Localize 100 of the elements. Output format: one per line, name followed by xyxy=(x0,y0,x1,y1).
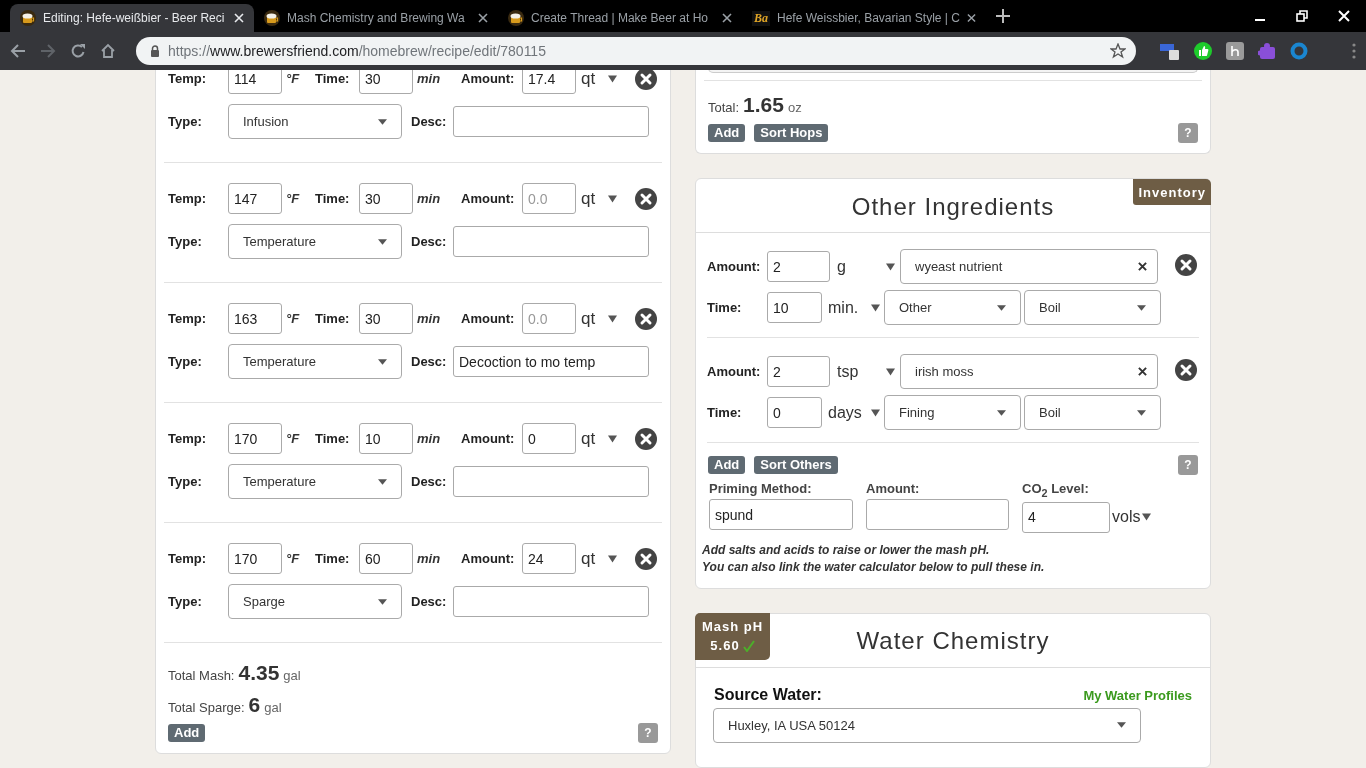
unit-select[interactable]: qt xyxy=(581,548,617,569)
unit-select[interactable]: days xyxy=(828,403,880,422)
co2-field[interactable]: 4 xyxy=(1022,501,1110,533)
remove-icon[interactable] xyxy=(635,187,657,210)
close-icon[interactable] xyxy=(722,13,732,23)
unit-select[interactable]: g xyxy=(837,257,895,276)
unit-select[interactable]: vols xyxy=(1112,508,1152,527)
new-tab-icon[interactable] xyxy=(996,9,1010,23)
clear-icon[interactable] xyxy=(1138,262,1147,271)
extension-icon[interactable] xyxy=(1160,41,1180,61)
time-field[interactable]: 30 xyxy=(359,303,413,334)
use-select[interactable]: Other xyxy=(884,290,1021,325)
close-icon[interactable] xyxy=(967,13,976,23)
temp-field[interactable]: 170 xyxy=(228,543,282,574)
beer-mug-icon xyxy=(20,10,36,26)
action-button[interactable]: Add xyxy=(708,456,746,474)
remove-icon[interactable] xyxy=(635,70,657,90)
source-water-select[interactable]: Huxley, IA USA 50124 xyxy=(713,707,1141,743)
reload-icon[interactable] xyxy=(70,43,86,59)
remove-icon[interactable] xyxy=(635,307,657,330)
time-field[interactable]: 30 xyxy=(359,70,413,94)
browser-tab[interactable]: Mash Chemistry and Brewing Wa xyxy=(254,4,498,32)
priming-amount-field[interactable] xyxy=(866,499,1009,530)
action-button[interactable]: Sort Hops xyxy=(754,124,829,142)
remove-icon[interactable] xyxy=(1175,358,1197,381)
temp-field[interactable]: 163 xyxy=(228,303,282,334)
desc-field[interactable] xyxy=(453,586,649,617)
priming-method-field[interactable]: spund xyxy=(709,499,853,530)
time-field[interactable]: 60 xyxy=(359,543,413,574)
field-label: Type: xyxy=(168,114,203,129)
type-select[interactable]: Infusion xyxy=(228,104,402,139)
unit-select[interactable]: qt xyxy=(581,308,617,329)
total-label: Total: xyxy=(708,100,740,115)
extension-icon[interactable] xyxy=(1226,42,1244,60)
caret-icon xyxy=(1137,409,1146,416)
desc-field[interactable] xyxy=(453,226,649,257)
unit-select[interactable]: min. xyxy=(828,298,880,317)
remove-icon[interactable] xyxy=(635,427,657,450)
unit-label: min xyxy=(416,551,442,566)
field-label: Desc: xyxy=(411,474,448,489)
temp-field[interactable]: 170 xyxy=(228,423,282,454)
inventory-tab[interactable]: Inventory xyxy=(1133,179,1211,205)
address-bar[interactable]: https://www.brewersfriend.com/homebrew/recipe/edit/780115 xyxy=(136,37,1136,65)
beer-mug-icon xyxy=(508,10,524,26)
type-select[interactable]: Temperature xyxy=(228,464,402,499)
total-label: Total Sparge: xyxy=(168,700,245,715)
close-icon[interactable] xyxy=(478,13,488,23)
ingredient-field[interactable]: irish moss xyxy=(900,354,1158,389)
unit-label: min xyxy=(416,431,442,446)
time-field[interactable]: 10 xyxy=(359,423,413,454)
browser-tab[interactable]: Create Thread | Make Beer at Ho xyxy=(498,4,742,32)
restore-icon[interactable] xyxy=(1296,10,1308,22)
type-select[interactable]: Temperature xyxy=(228,344,402,379)
remove-icon[interactable] xyxy=(1175,253,1197,276)
temp-field[interactable]: 147 xyxy=(228,183,282,214)
action-button[interactable]: Sort Others xyxy=(754,456,838,474)
menu-icon[interactable] xyxy=(1352,43,1356,59)
water-profiles-link[interactable]: My Water Profiles xyxy=(1083,687,1192,703)
field-label: Amount: xyxy=(461,191,516,206)
hint-text: You can also link the water calculator below to pull these in. xyxy=(701,559,1046,574)
browser-tab[interactable]: Ba Hefe Weissbier, Bavarian Style | C xyxy=(742,4,986,32)
temp-field[interactable]: 114 xyxy=(228,70,282,94)
stage-select[interactable]: Boil xyxy=(1024,290,1161,325)
caret-icon xyxy=(378,358,387,365)
amount-field[interactable]: 0 xyxy=(522,423,576,454)
desc-field[interactable] xyxy=(453,466,649,497)
browser-tab[interactable]: Editing: Hefe-weißbier - Beer Reci xyxy=(10,4,254,32)
desc-field[interactable]: Decoction to mo temp xyxy=(453,346,649,377)
ingredient-field[interactable]: wyeast nutrient xyxy=(900,249,1158,284)
amount-field[interactable]: 2 xyxy=(767,356,830,387)
field-label: Amount: xyxy=(866,481,921,496)
field-label: Priming Method: xyxy=(709,481,813,496)
type-select[interactable]: Temperature xyxy=(228,224,402,259)
unit-select[interactable]: tsp xyxy=(837,362,895,381)
amount-field[interactable]: 24 xyxy=(522,543,576,574)
ring-icon[interactable] xyxy=(1290,42,1308,60)
clear-icon[interactable] xyxy=(1138,367,1147,376)
time-field[interactable]: 0 xyxy=(767,397,822,428)
type-select[interactable]: Sparge xyxy=(228,584,402,619)
home-icon[interactable] xyxy=(100,43,116,59)
stage-select[interactable]: Boil xyxy=(1024,395,1161,430)
time-field[interactable]: 30 xyxy=(359,183,413,214)
time-field[interactable]: 10 xyxy=(767,292,822,323)
puzzle-icon[interactable] xyxy=(1258,42,1276,60)
back-icon[interactable] xyxy=(10,43,26,59)
thumbs-up-icon[interactable] xyxy=(1194,42,1212,60)
unit-select[interactable]: qt xyxy=(581,188,617,209)
use-select[interactable]: Fining xyxy=(884,395,1021,430)
amount-field[interactable]: 2 xyxy=(767,251,830,282)
unit-select[interactable]: qt xyxy=(581,70,617,89)
remove-icon[interactable] xyxy=(635,547,657,570)
caret-icon xyxy=(608,554,617,563)
unit-select[interactable]: qt xyxy=(581,428,617,449)
amount-field[interactable]: 17.4 xyxy=(522,70,576,94)
desc-field[interactable] xyxy=(453,106,649,137)
caret-icon xyxy=(1117,722,1126,729)
star-icon[interactable] xyxy=(1110,43,1126,59)
action-button[interactable]: Add xyxy=(168,724,206,742)
action-button[interactable]: Add xyxy=(708,124,746,142)
caret-icon xyxy=(886,262,895,271)
